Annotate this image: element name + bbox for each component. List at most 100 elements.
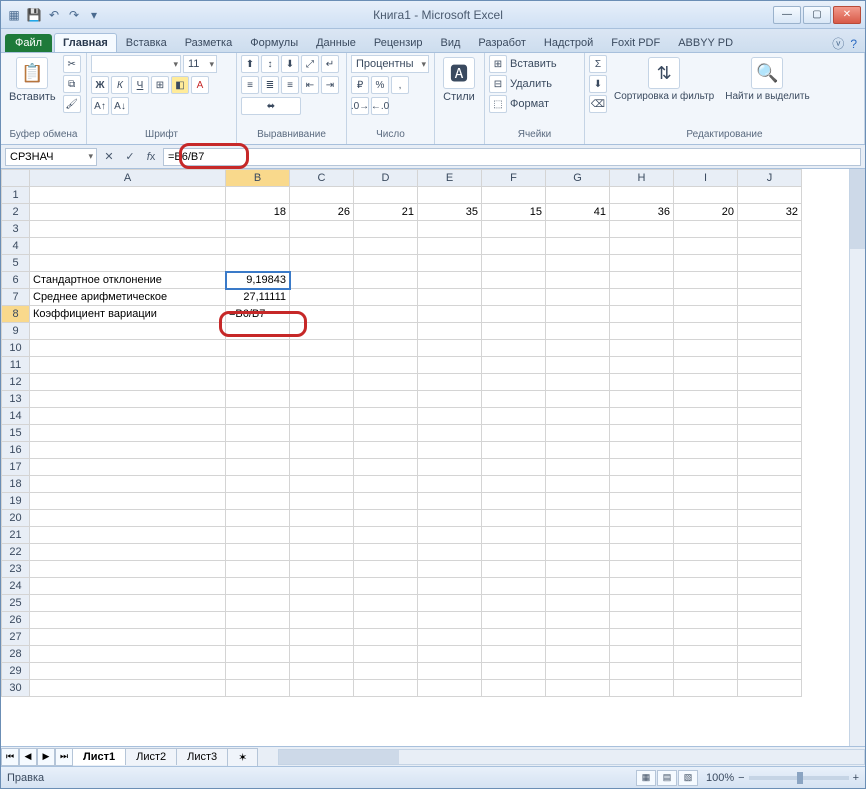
percent-button[interactable]: %: [371, 76, 389, 94]
col-header-H[interactable]: H: [610, 170, 674, 187]
tab-formulas[interactable]: Формулы: [241, 33, 307, 52]
shrink-font-button[interactable]: A↓: [111, 97, 129, 115]
worksheet-grid[interactable]: A B C D E F G H I J 1 2 18 26 21 35 15 4…: [1, 169, 865, 746]
sheet-nav-first[interactable]: ⏮: [1, 748, 19, 766]
row-header[interactable]: 13: [2, 391, 30, 408]
cell-B8-editing[interactable]: =B6/B7: [226, 306, 290, 323]
minimize-button[interactable]: —: [773, 6, 801, 24]
align-left-button[interactable]: ≡: [241, 76, 259, 94]
row-header[interactable]: 1: [2, 187, 30, 204]
cell[interactable]: 26: [290, 204, 354, 221]
sheet-nav-next[interactable]: ▶: [37, 748, 55, 766]
row-header[interactable]: 12: [2, 374, 30, 391]
italic-button[interactable]: К: [111, 76, 129, 94]
sheet-tab-2[interactable]: Лист2: [125, 748, 177, 765]
zoom-level[interactable]: 100%: [706, 772, 734, 784]
cell[interactable]: 21: [354, 204, 418, 221]
number-format-combo[interactable]: Процентны: [351, 55, 429, 73]
row-header[interactable]: 14: [2, 408, 30, 425]
tab-review[interactable]: Рецензир: [365, 33, 432, 52]
tab-view[interactable]: Вид: [432, 33, 470, 52]
format-cells-button[interactable]: ⬚: [489, 95, 507, 113]
tab-abbyy[interactable]: ABBYY PD: [669, 33, 742, 52]
cell[interactable]: 32: [738, 204, 802, 221]
row-header[interactable]: 30: [2, 680, 30, 697]
row-header[interactable]: 7: [2, 289, 30, 306]
cell[interactable]: [30, 204, 226, 221]
col-header-D[interactable]: D: [354, 170, 418, 187]
view-layout-button[interactable]: ▤: [657, 770, 677, 786]
decrease-decimal-button[interactable]: ←.0: [371, 97, 389, 115]
underline-button[interactable]: Ч: [131, 76, 149, 94]
row-header[interactable]: 21: [2, 527, 30, 544]
cut-button[interactable]: ✂: [63, 55, 81, 73]
qat-customize-icon[interactable]: ▾: [85, 6, 103, 24]
cell-B6[interactable]: 9,19843: [226, 272, 290, 289]
close-button[interactable]: ✕: [833, 6, 861, 24]
file-tab[interactable]: Файл: [5, 34, 52, 52]
cell-B7[interactable]: 27,11111: [226, 289, 290, 306]
fx-button[interactable]: fx: [141, 148, 161, 166]
row-header[interactable]: 20: [2, 510, 30, 527]
paste-button[interactable]: 📋 Вставить: [5, 55, 60, 105]
align-right-button[interactable]: ≡: [281, 76, 299, 94]
row-header[interactable]: 23: [2, 561, 30, 578]
row-header[interactable]: 27: [2, 629, 30, 646]
border-button[interactable]: ⊞: [151, 76, 169, 94]
row-header[interactable]: 6: [2, 272, 30, 289]
copy-button[interactable]: ⧉: [63, 75, 81, 93]
row-header[interactable]: 19: [2, 493, 30, 510]
row-header[interactable]: 11: [2, 357, 30, 374]
row-header[interactable]: 4: [2, 238, 30, 255]
currency-button[interactable]: ₽: [351, 76, 369, 94]
cancel-formula-button[interactable]: ✕: [99, 148, 119, 166]
row-header[interactable]: 28: [2, 646, 30, 663]
maximize-button[interactable]: ▢: [803, 6, 831, 24]
sort-filter-button[interactable]: ⇅ Сортировка и фильтр: [610, 55, 718, 104]
col-header-G[interactable]: G: [546, 170, 610, 187]
increase-decimal-button[interactable]: .0→: [351, 97, 369, 115]
insert-cells-button[interactable]: ⊞: [489, 55, 507, 73]
row-header[interactable]: 17: [2, 459, 30, 476]
tab-home[interactable]: Главная: [54, 33, 117, 52]
row-header[interactable]: 8: [2, 306, 30, 323]
row-header[interactable]: 16: [2, 442, 30, 459]
zoom-slider[interactable]: [749, 776, 849, 780]
delete-cells-button[interactable]: ⊟: [489, 75, 507, 93]
styles-button[interactable]: 🅰 Стили: [439, 55, 479, 105]
cell[interactable]: 35: [418, 204, 482, 221]
decrease-indent-button[interactable]: ⇤: [301, 76, 319, 94]
qat-redo-icon[interactable]: ↷: [65, 6, 83, 24]
row-header[interactable]: 10: [2, 340, 30, 357]
view-pagebreak-button[interactable]: ▧: [678, 770, 698, 786]
col-header-I[interactable]: I: [674, 170, 738, 187]
col-header-A[interactable]: A: [30, 170, 226, 187]
sheet-tab-new[interactable]: ✶: [227, 748, 258, 766]
sheet-tab-1[interactable]: Лист1: [72, 748, 126, 765]
col-header-E[interactable]: E: [418, 170, 482, 187]
cell[interactable]: 41: [546, 204, 610, 221]
comma-button[interactable]: ,: [391, 76, 409, 94]
col-header-F[interactable]: F: [482, 170, 546, 187]
tab-layout[interactable]: Разметка: [176, 33, 242, 52]
qat-save-icon[interactable]: 💾: [25, 6, 43, 24]
format-painter-button[interactable]: 🖌: [63, 95, 81, 113]
cell[interactable]: 15: [482, 204, 546, 221]
font-name-combo[interactable]: [91, 55, 181, 73]
align-center-button[interactable]: ≣: [261, 76, 279, 94]
row-header[interactable]: 5: [2, 255, 30, 272]
col-header-C[interactable]: C: [290, 170, 354, 187]
row-header[interactable]: 18: [2, 476, 30, 493]
formula-input[interactable]: =B6/B7: [163, 148, 861, 166]
help-icon[interactable]: ?: [850, 37, 857, 51]
find-select-button[interactable]: 🔍 Найти и выделить: [721, 55, 813, 104]
select-all-corner[interactable]: [2, 170, 30, 187]
row-header[interactable]: 9: [2, 323, 30, 340]
cell[interactable]: 18: [226, 204, 290, 221]
tab-foxit[interactable]: Foxit PDF: [602, 33, 669, 52]
col-header-B[interactable]: B: [226, 170, 290, 187]
row-header[interactable]: 26: [2, 612, 30, 629]
row-header[interactable]: 15: [2, 425, 30, 442]
row-header[interactable]: 24: [2, 578, 30, 595]
tab-data[interactable]: Данные: [307, 33, 365, 52]
